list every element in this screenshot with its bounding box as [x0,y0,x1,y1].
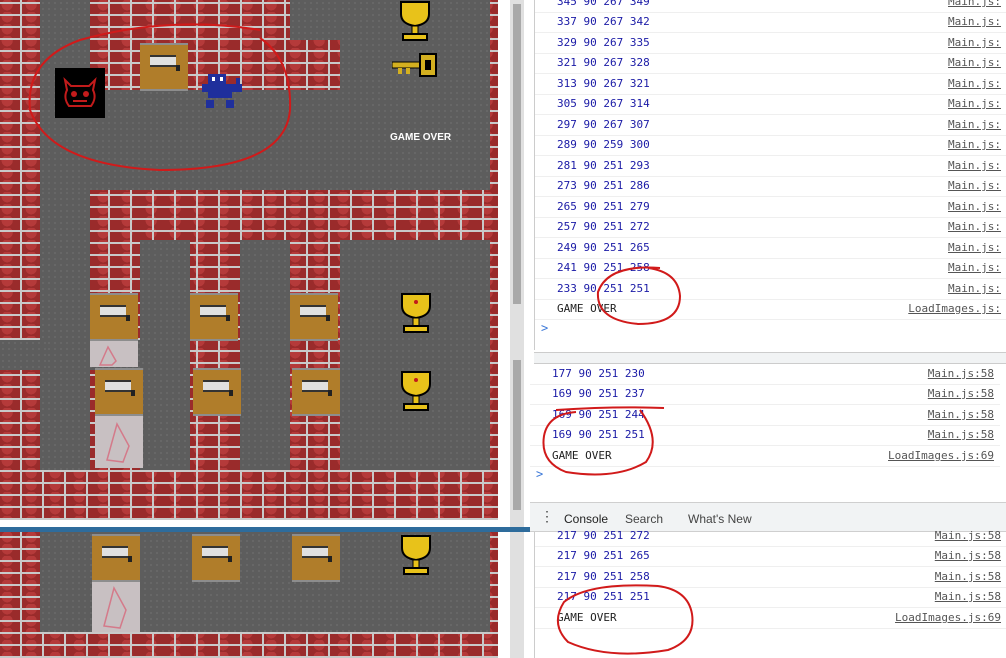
source-link[interactable]: Main.js:58 [935,549,1001,562]
log-row: 289 90 259 300 Main.js: [535,135,1006,156]
source-link[interactable]: Main.js: [948,138,1001,151]
log-row: 337 90 267 342 Main.js: [535,12,1006,33]
source-link[interactable]: LoadImages.js:69 [888,449,994,462]
log-row-game-over: GAME OVER LoadImages.js:69 [530,446,1000,467]
source-link[interactable]: Main.js:58 [928,408,994,421]
source-link[interactable]: Main.js: [948,36,1001,49]
scrollbar-thumb[interactable] [513,4,521,304]
door-tile [190,293,238,341]
source-link[interactable]: Main.js: [948,15,1001,28]
console-panel-top: 345 90 267 349 Main.js: 337 90 267 342 Mai… [534,0,1006,350]
log-row: 169 90 251 237 Main.js:58 [530,384,1000,405]
door-tile [95,368,143,416]
source-link[interactable]: Main.js:58 [928,367,994,380]
source-link[interactable]: Main.js: [948,241,1001,254]
floor [140,240,190,470]
trophy-icon [401,535,431,575]
console-panel-middle: 177 90 251 230 Main.js:58 169 90 251 237 M… [530,364,1000,502]
game-canvas-bottom [0,532,498,658]
log-row: 217 90 251 272 Main.js:58 [535,526,1006,547]
log-row: 313 90 267 321 Main.js: [535,74,1006,95]
source-link[interactable]: LoadImages.js:69 [895,611,1001,624]
source-link[interactable]: Main.js:58 [928,387,994,400]
log-row: 321 90 267 328 Main.js: [535,53,1006,74]
log-row: 257 90 251 272 Main.js: [535,217,1006,238]
log-row: 169 90 251 244 Main.js:58 [530,405,1000,426]
console-prompt[interactable]: > [541,321,548,335]
source-link[interactable]: Main.js:58 [935,570,1001,583]
log-row: 329 90 267 335 Main.js: [535,33,1006,54]
source-link[interactable]: Main.js:58 [935,529,1001,542]
source-link[interactable]: Main.js:58 [928,428,994,441]
source-link[interactable]: Main.js: [948,179,1001,192]
source-link[interactable]: Main.js: [948,118,1001,131]
key-icon [392,53,437,77]
log-row: 273 90 251 286 Main.js: [535,176,1006,197]
trophy-icon [401,371,431,411]
log-row-game-over: GAME OVER LoadImages.js: [535,299,1006,320]
crystal-tile [92,582,140,632]
source-link[interactable]: Main.js: [948,282,1001,295]
log-row: 177 90 251 230 Main.js:58 [530,364,1000,385]
kebab-menu-icon[interactable]: ⋮ [540,508,554,525]
trophy-icon [400,1,430,41]
log-row: 169 90 251 251 Main.js:58 [530,425,1000,446]
door-tile [292,534,340,582]
door-tile [193,368,241,416]
source-link[interactable]: Main.js: [948,200,1001,213]
trophy-icon [401,293,431,333]
door-tile [92,534,140,582]
log-row: 249 90 251 265 Main.js: [535,238,1006,259]
crystal-tile [95,416,143,468]
devil-icon [63,76,97,107]
source-link[interactable]: Main.js: [948,261,1001,274]
source-link[interactable]: Main.js:58 [935,590,1001,603]
log-row: 233 90 251 251 Main.js: [535,279,1006,300]
enemy-devil-sprite [55,68,105,118]
door-tile [140,43,188,91]
tab-search[interactable]: Search [625,512,663,526]
tab-whats-new[interactable]: What's New [688,512,752,526]
log-row-game-over: GAME OVER LoadImages.js:69 [535,608,1006,629]
crystal-icon [98,345,117,366]
floor [240,240,290,470]
door-tile [290,293,338,341]
floor [290,0,340,40]
log-row: 217 90 251 265 Main.js:58 [535,546,1006,567]
log-row: 297 90 267 307 Main.js: [535,115,1006,136]
crystal-icon [106,422,130,463]
source-link[interactable]: LoadImages.js: [908,302,1001,315]
player-icon [202,74,242,108]
scrollbar-thumb[interactable] [513,360,521,510]
source-link[interactable]: Main.js: [948,0,1001,8]
player-sprite [200,70,246,116]
crystal-tile [90,341,138,367]
source-link[interactable]: Main.js: [948,159,1001,172]
floor [340,240,490,470]
log-row: 281 90 251 293 Main.js: [535,156,1006,177]
source-link[interactable]: Main.js: [948,220,1001,233]
log-row: 217 90 251 251 Main.js:58 [535,587,1006,608]
log-row: 305 90 267 314 Main.js: [535,94,1006,115]
game-scrollbar[interactable] [510,0,524,528]
source-link[interactable]: Main.js: [948,97,1001,110]
floor [40,190,90,470]
game-over-label: GAME OVER [390,132,452,143]
door-tile [90,293,138,341]
floor [0,340,48,370]
crystal-icon [103,585,127,629]
door-tile [192,534,240,582]
console-panel-bottom: 217 90 251 272 Main.js:58 217 90 251 265 M… [534,529,1006,658]
source-link[interactable]: Main.js: [948,56,1001,69]
source-link[interactable]: Main.js: [948,77,1001,90]
console-prompt[interactable]: > [536,467,543,481]
game-canvas-top: GAME OVER [0,0,498,520]
door-tile [292,368,340,416]
log-row: 241 90 251 258 Main.js: [535,258,1006,279]
log-row: 217 90 251 258 Main.js:58 [535,567,1006,588]
log-row: 265 90 251 279 Main.js: [535,197,1006,218]
game-scrollbar-bottom[interactable] [510,532,524,658]
